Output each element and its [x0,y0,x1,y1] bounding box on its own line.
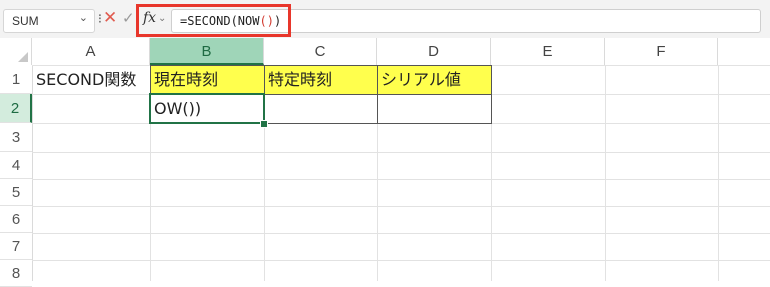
row-header-3[interactable]: 3 [0,123,32,152]
column-header-a[interactable]: A [32,38,150,65]
column-header-d[interactable]: D [377,38,491,65]
row-header-5[interactable]: 5 [0,179,32,206]
formula-highlight-box [136,4,291,37]
column-header-b[interactable]: B [150,38,264,65]
grid-line [32,260,770,261]
row-header-8[interactable]: 8 [0,260,32,287]
active-cell-b2[interactable]: OW()) [149,93,265,124]
cell-a1[interactable]: SECOND関数 [33,65,150,94]
cell-d1[interactable]: シリアル値 [377,65,492,95]
grid-line [718,65,719,281]
column-header-f[interactable]: F [605,38,718,65]
grid-line [32,179,770,180]
grid-line [32,233,770,234]
row-header-2[interactable]: 2 [0,94,32,123]
formula-bar: SUM ⌄ ⁝ ✕ ✓ fx ⌄ =SECOND(NOW()) [0,0,770,38]
row-header-6[interactable]: 6 [0,206,32,233]
grid-line [32,206,770,207]
cell-c2[interactable] [264,94,378,124]
row-header-7[interactable]: 7 [0,233,32,260]
select-all-icon [18,52,28,62]
grid-line [32,152,770,153]
fill-handle[interactable] [260,120,268,128]
grid-line [605,65,606,281]
grid-line [32,65,33,281]
column-header-c[interactable]: C [264,38,377,65]
cell-d2[interactable] [377,94,492,124]
column-header-e[interactable]: E [491,38,605,65]
name-box-value: SUM [12,14,39,28]
row-header-4[interactable]: 4 [0,152,32,179]
enter-icon[interactable]: ✓ [122,9,135,27]
cell-b1[interactable]: 現在時刻 [150,65,265,95]
chevron-down-icon[interactable]: ⌄ [79,11,88,24]
cell-c1[interactable]: 特定時刻 [264,65,378,95]
row-header-1[interactable]: 1 [0,65,32,94]
select-all-corner[interactable] [0,38,32,65]
name-box[interactable]: SUM ⌄ [3,9,95,33]
cancel-icon[interactable]: ✕ [103,8,117,28]
